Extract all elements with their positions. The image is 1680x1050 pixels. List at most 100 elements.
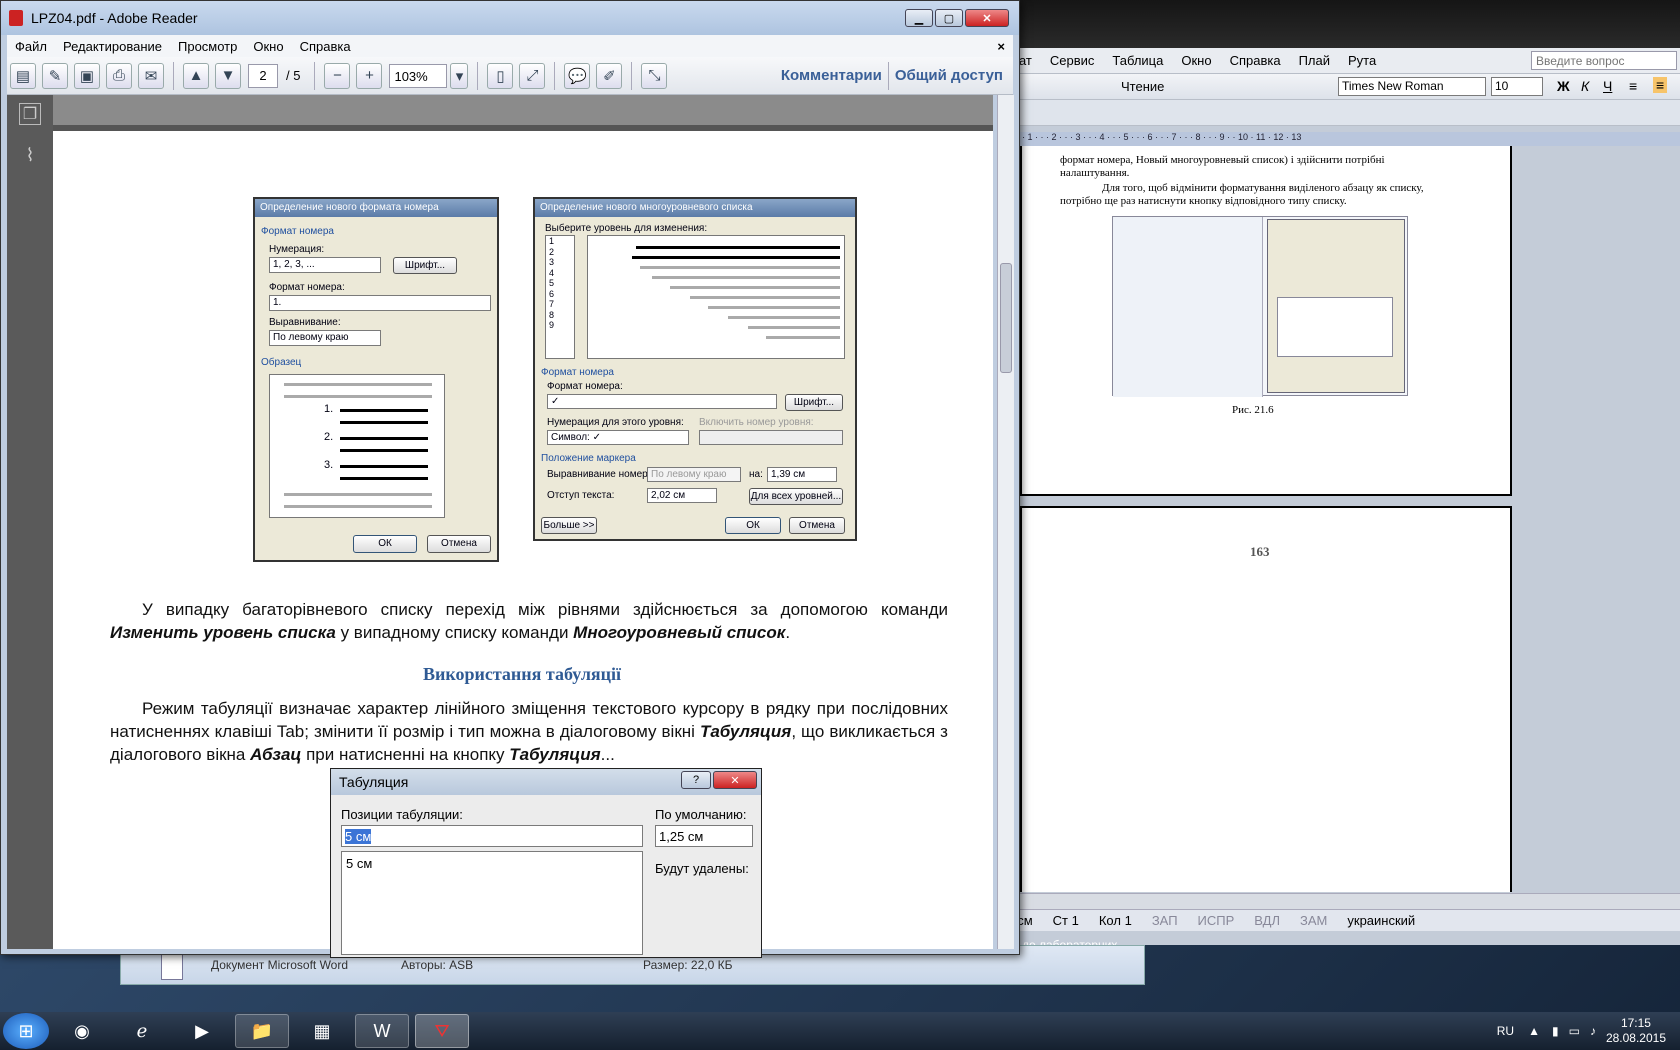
language-indicator[interactable]: RU (1497, 1024, 1514, 1038)
word-menu-service[interactable]: Сервис (1041, 53, 1104, 68)
word-horizontal-scrollbar[interactable] (1000, 893, 1680, 909)
word-ruler[interactable]: 1 · · · 1 · · · 2 · · · 3 · · · 4 · · · … (1001, 132, 1680, 146)
word-status-bar: 2см Ст 1 Кол 1 ЗАП ИСПР ВДЛ ЗАМ украинск… (1000, 909, 1680, 931)
media-player-icon[interactable]: ▶ (175, 1014, 229, 1048)
fit-page-icon[interactable]: ▯ (487, 62, 514, 89)
word-document-icon (161, 952, 183, 980)
dialog1-sample-label: Образец (261, 357, 302, 368)
status-language: украинский (1347, 913, 1416, 928)
chevron-down-icon[interactable]: ▾ (450, 62, 469, 89)
share-button[interactable]: Общий доступ (895, 67, 1003, 84)
word-page1-line3: Для того, щоб відмінити форматування вид… (1102, 182, 1424, 194)
page-down-icon[interactable]: ▼ (215, 62, 241, 89)
tabdialog-positions-list: 5 см (341, 851, 643, 955)
ie-icon[interactable]: ℯ (115, 1014, 169, 1048)
edit-pdf-icon[interactable]: ✎ (42, 62, 68, 89)
dialog2-all-levels-button: Для всех уровней... (749, 488, 843, 505)
word-question-input[interactable] (1531, 51, 1677, 70)
word-page1-line4: потрібно ще раз натиснути кнопку відпові… (1060, 195, 1347, 207)
clock[interactable]: 17:15 28.08.2015 (1606, 1016, 1666, 1046)
number-format-dialog-image: Определение нового формата номера Формат… (253, 197, 499, 562)
dialog1-align-select: По левому краю (269, 330, 381, 346)
status-ovr[interactable]: ЗАМ (1290, 913, 1337, 928)
word-page-number: 163 (1250, 544, 1270, 559)
dialog1-cancel-button: Отмена (427, 535, 491, 553)
word-reading-button[interactable]: Чтение (1121, 79, 1164, 94)
status-ext[interactable]: ВДЛ (1244, 913, 1290, 928)
network-icon[interactable]: ▮ (1552, 1024, 1559, 1038)
maximize-button[interactable]: ▢ (935, 9, 963, 27)
tabdialog-delete-label: Будут удалены: (655, 861, 749, 876)
dialog1-align-label: Выравнивание: (269, 317, 341, 328)
multilevel-list-dialog-image: Определение нового многоуровневого списк… (533, 197, 857, 541)
status-rec[interactable]: ЗАП (1142, 913, 1188, 928)
word-menu-ruta[interactable]: Рута (1339, 53, 1385, 68)
start-button[interactable]: ⊞ (3, 1013, 49, 1049)
dialog1-font-button: Шрифт... (393, 257, 457, 274)
minimize-button[interactable]: ▁ (905, 9, 933, 27)
word-menu-play[interactable]: Плай (1290, 53, 1339, 68)
save-icon[interactable]: ▣ (74, 62, 100, 89)
comment-icon[interactable]: 💬 (564, 62, 591, 89)
reader-vertical-scrollbar[interactable] (997, 95, 1014, 949)
tabdialog-default-input: 1,25 см (655, 825, 753, 847)
scroll-thumb[interactable] (1000, 263, 1012, 373)
menu-file[interactable]: Файл (7, 39, 55, 54)
zoom-in-icon[interactable]: + (356, 62, 383, 89)
menu-view[interactable]: Просмотр (170, 39, 245, 54)
underline-icon[interactable]: Ч (1603, 78, 1612, 94)
dialog1-title: Определение нового формата номера (255, 199, 497, 217)
page-number-input[interactable] (248, 63, 278, 88)
calculator-icon[interactable]: ▦ (295, 1014, 349, 1048)
word-page1-line1: формат номера, Новый многоуровневый спис… (1060, 154, 1385, 166)
create-pdf-icon[interactable]: ▤ (10, 62, 36, 89)
power-icon[interactable]: ▭ (1569, 1024, 1580, 1038)
dialog2-title: Определение нового многоуровневого списк… (535, 199, 855, 217)
tabulation-dialog-image: Табуляция ? ✕ Позиции табуляции: 5 см 5 … (330, 768, 762, 958)
page-total: / 5 (286, 68, 301, 83)
bold-icon[interactable]: Ж (1557, 78, 1570, 94)
word-icon[interactable]: W (355, 1014, 409, 1048)
email-icon[interactable]: ✉ (138, 62, 164, 89)
expand-icon[interactable]: ⤡ (641, 62, 668, 89)
align-justify-icon[interactable]: ≡ (1653, 77, 1668, 93)
page-up-icon[interactable]: ▲ (183, 62, 209, 89)
word-menu-table[interactable]: Таблица (1103, 53, 1172, 68)
word-font-select[interactable]: Times New Roman (1338, 77, 1486, 96)
print-icon[interactable]: ⎙ (106, 62, 132, 89)
paragraph-multilevel: У випадку багаторівневого списку перехід… (110, 600, 948, 642)
status-track[interactable]: ИСПР (1188, 913, 1245, 928)
menu-window[interactable]: Окно (245, 39, 291, 54)
dialog2-level-label: Выберите уровень для изменения: (545, 223, 708, 234)
tray-expand-icon[interactable]: ▲ (1528, 1024, 1540, 1038)
reader-caption-bar: LPZ04.pdf - Adobe Reader ▁ ▢ ✕ (1, 1, 1019, 35)
word-menu-window[interactable]: Окно (1172, 53, 1220, 68)
fit-width-icon[interactable]: ⤢ (519, 62, 546, 89)
close-button[interactable]: ✕ (965, 9, 1009, 27)
volume-icon[interactable]: ♪ (1590, 1024, 1596, 1038)
explorer-icon[interactable]: 📁 (235, 1014, 289, 1048)
dialog1-numbering-label: Нумерация: (269, 244, 325, 255)
italic-icon[interactable]: К (1581, 78, 1589, 94)
pages-panel-icon[interactable]: ❐ (19, 103, 41, 125)
dialog2-align-select: По левому краю (647, 467, 741, 482)
dialog1-format-label: Формат номера: (269, 282, 345, 293)
highlight-icon[interactable]: ✐ (596, 62, 623, 89)
dialog2-ok-button: ОК (725, 517, 781, 534)
align-left-icon[interactable]: ≡ (1629, 78, 1637, 94)
close-document-button[interactable]: × (989, 39, 1013, 54)
close-icon: ✕ (713, 771, 757, 789)
comments-button[interactable]: Комментарии (781, 67, 882, 84)
word-page-1: формат номера, Новый многоуровневый спис… (1020, 146, 1512, 496)
adobe-reader-icon[interactable]: ⛛ (415, 1014, 469, 1048)
tabdialog-positions-label: Позиции табуляции: (341, 807, 463, 822)
menu-edit[interactable]: Редактирование (55, 39, 170, 54)
menu-help[interactable]: Справка (292, 39, 359, 54)
attachment-icon[interactable]: ⌇ (19, 145, 41, 167)
word-menu-help[interactable]: Справка (1221, 53, 1290, 68)
word-caption (1001, 0, 1680, 48)
zoom-select[interactable]: 103% (389, 63, 448, 88)
chrome-icon[interactable]: ◉ (55, 1014, 109, 1048)
word-size-select[interactable]: 10 (1491, 77, 1543, 96)
zoom-out-icon[interactable]: − (324, 62, 351, 89)
